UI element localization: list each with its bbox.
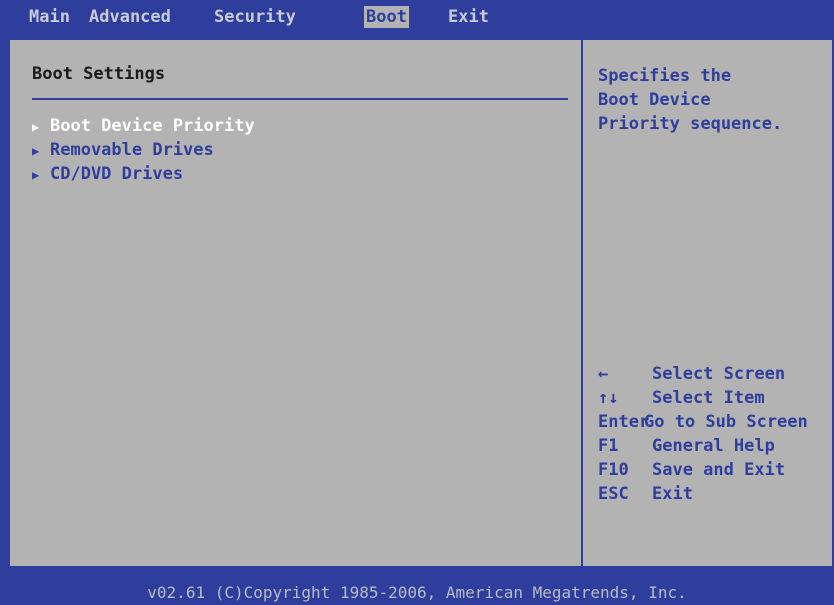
help-line: Boot Device — [598, 90, 711, 110]
key-row-select-screen: ← Select Screen — [598, 362, 834, 386]
f1-key: F1 — [598, 436, 619, 456]
menu-item-label: CD/DVD Drives — [50, 164, 184, 184]
key-action: General Help — [652, 436, 775, 456]
triangle-right-icon: ▶ — [32, 144, 40, 158]
help-line: Specifies the — [598, 66, 732, 86]
key-row-save-exit: F10 Save and Exit — [598, 458, 834, 482]
triangle-right-icon: ▶ — [32, 120, 40, 134]
key-row-select-item: ↑↓ Select Item — [598, 386, 834, 410]
key-row-sub-screen: EnterGo to Sub Screen — [598, 410, 834, 434]
key-row-exit: ESC Exit — [598, 482, 834, 506]
section-title: Boot Settings — [32, 64, 166, 84]
tab-main[interactable]: Main — [27, 6, 72, 28]
triangle-right-icon: ▶ — [32, 168, 40, 182]
left-arrow-key: ← — [598, 364, 609, 384]
up-down-arrow-key: ↑↓ — [598, 388, 619, 408]
menu-item-label: Removable Drives — [50, 140, 214, 160]
tab-advanced[interactable]: Advanced — [87, 6, 173, 28]
menu-bar: Main Advanced Security Boot Exit — [0, 0, 834, 32]
tab-boot[interactable]: Boot — [364, 6, 409, 28]
f10-key: F10 — [598, 460, 629, 480]
key-row-general-help: F1 General Help — [598, 434, 834, 458]
key-action: Save and Exit — [652, 460, 786, 480]
main-panel: Boot Settings ▶ Boot Device Priority ▶ Rem… — [8, 38, 834, 568]
tab-exit[interactable]: Exit — [446, 6, 491, 28]
menu-item-label: Boot Device Priority — [50, 116, 255, 136]
title-divider — [32, 98, 568, 100]
esc-key: ESC — [598, 484, 629, 504]
key-action: Exit — [652, 484, 693, 504]
key-action: Select Item — [652, 388, 765, 408]
menu-item-cd-dvd-drives[interactable]: ▶ CD/DVD Drives — [32, 164, 183, 184]
menu-item-removable-drives[interactable]: ▶ Removable Drives — [32, 140, 214, 160]
key-action: Select Screen — [652, 364, 786, 384]
key-action: Go to Sub Screen — [644, 412, 808, 432]
enter-key: Enter — [598, 412, 650, 432]
key-legend: ← Select Screen ↑↓ Select Item EnterGo to … — [598, 362, 834, 506]
menu-item-boot-device-priority[interactable]: ▶ Boot Device Priority — [32, 116, 255, 136]
help-description: Specifies the Boot Device Priority seque… — [598, 64, 826, 136]
copyright-footer: v02.61 (C)Copyright 1985-2006, American … — [147, 583, 687, 602]
panel-divider — [581, 40, 583, 568]
help-line: Priority sequence. — [598, 114, 783, 134]
tab-security[interactable]: Security — [212, 6, 298, 28]
bios-screen: Main Advanced Security Boot Exit Boot Se… — [0, 0, 834, 605]
